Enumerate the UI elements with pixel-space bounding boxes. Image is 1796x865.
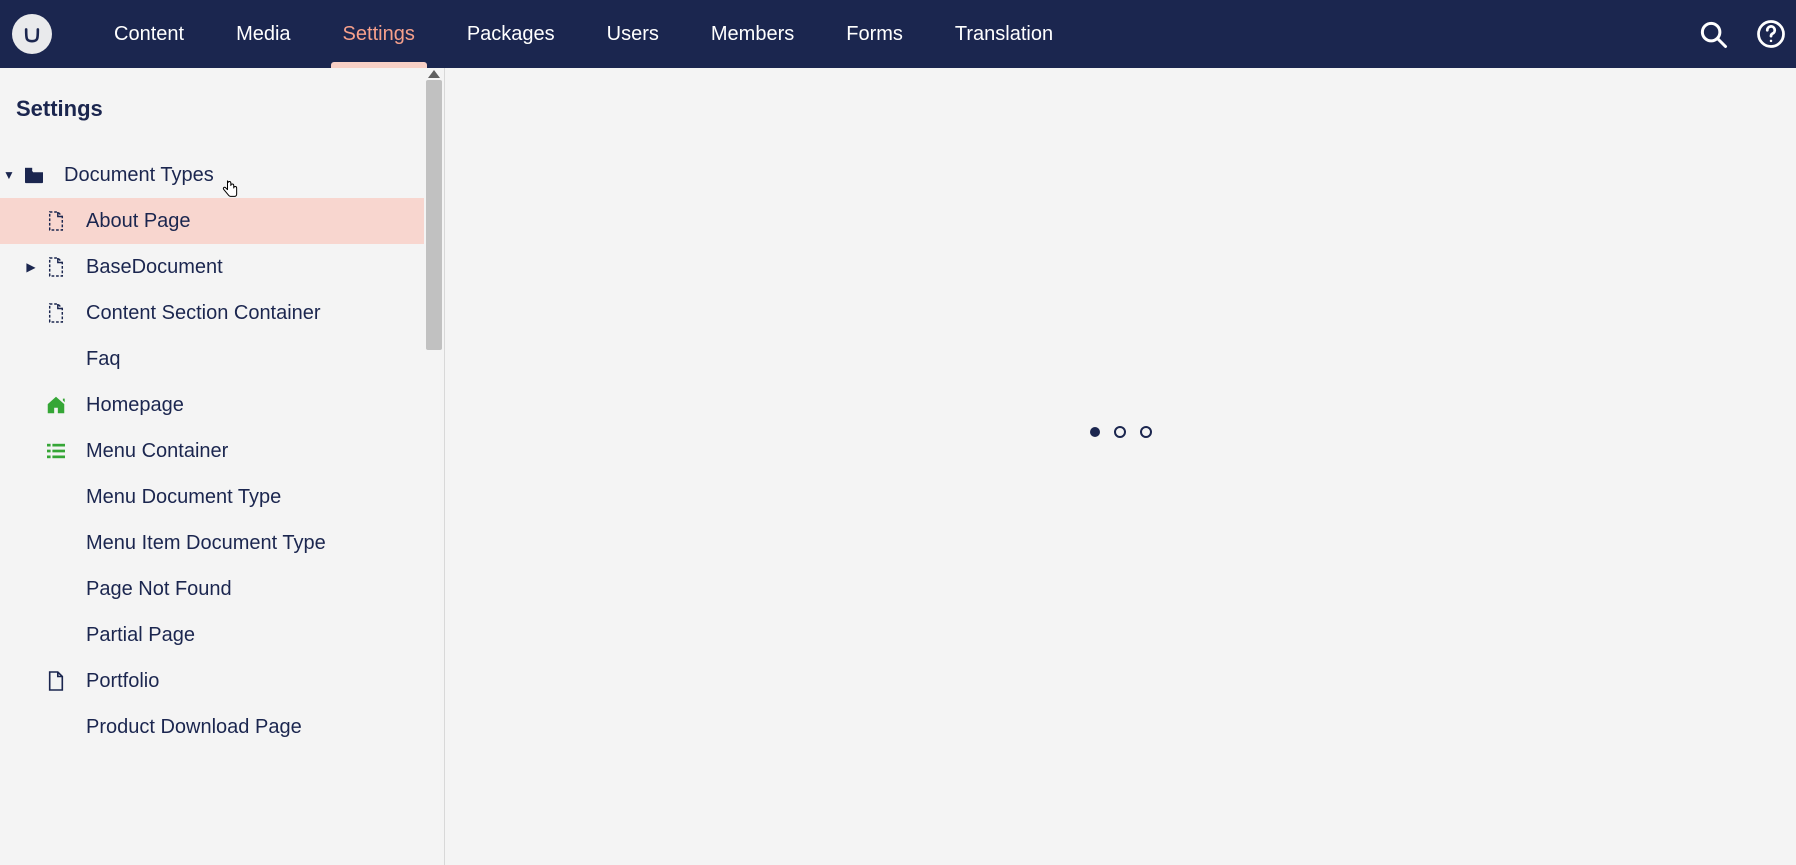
topnav-label: Members bbox=[711, 23, 794, 46]
tree-item-label: Menu Item Document Type bbox=[86, 532, 326, 555]
folder-icon bbox=[20, 166, 48, 184]
sidebar-title: Settings bbox=[0, 68, 426, 152]
tree-item-label: Product Download Page bbox=[86, 716, 302, 739]
topnav-label: Settings bbox=[343, 23, 415, 46]
tree-item[interactable]: ▶ BaseDocument bbox=[0, 244, 426, 290]
topnav-label: Translation bbox=[955, 23, 1053, 46]
topnav-item-packages[interactable]: Packages bbox=[441, 0, 581, 68]
tree-item[interactable]: ▶Content Section Container bbox=[0, 290, 426, 336]
file-dashed-icon bbox=[42, 302, 70, 324]
tree-item[interactable]: ▶Faq bbox=[0, 336, 426, 382]
tree-item-label: Menu Document Type bbox=[86, 486, 281, 509]
tree-item-label: Faq bbox=[86, 348, 120, 371]
topnav-item-translation[interactable]: Translation bbox=[929, 0, 1079, 68]
tree-item-label: Content Section Container bbox=[86, 302, 321, 325]
content-pane bbox=[445, 68, 1796, 865]
expand-toggle-icon[interactable]: ▼ bbox=[0, 168, 18, 182]
topnav-item-users[interactable]: Users bbox=[581, 0, 685, 68]
scroll-thumb[interactable] bbox=[426, 80, 442, 350]
loading-dot-icon bbox=[1140, 426, 1152, 438]
tree-item[interactable]: ▶About Page bbox=[0, 198, 426, 244]
tree-item-label: Page Not Found bbox=[86, 578, 232, 601]
loading-dot-icon bbox=[1090, 427, 1100, 437]
tree-item-label: Homepage bbox=[86, 394, 184, 417]
settings-sidebar: Settings ▼ Document Types ▶About Page ▶ Base… bbox=[0, 68, 445, 865]
tree-item[interactable]: ▶Menu Item Document Type bbox=[0, 520, 426, 566]
topnav-item-content[interactable]: Content bbox=[88, 0, 210, 68]
file-dashed-icon bbox=[42, 210, 70, 232]
tree-item-label: About Page bbox=[86, 210, 191, 233]
tree-item-label: Portfolio bbox=[86, 670, 159, 693]
file-icon bbox=[42, 670, 70, 692]
tree-item-label: BaseDocument bbox=[86, 256, 223, 279]
tree-item[interactable]: ▶Menu Container bbox=[0, 428, 426, 474]
scroll-up-arrow-icon[interactable] bbox=[428, 70, 440, 78]
tree-item[interactable]: ▶Portfolio bbox=[0, 658, 426, 704]
tree-item[interactable]: ▶Homepage bbox=[0, 382, 426, 428]
topnav-label: Forms bbox=[846, 23, 903, 46]
home-icon bbox=[42, 394, 70, 416]
top-navigation-bar: Content Media Settings Packages Users Members… bbox=[0, 0, 1796, 68]
list-icon bbox=[42, 442, 70, 460]
sidebar-scrollbar[interactable] bbox=[424, 68, 444, 865]
topnav-label: Packages bbox=[467, 23, 555, 46]
tree-item[interactable]: ▶Menu Document Type bbox=[0, 474, 426, 520]
tree-item[interactable]: ▶Page Not Found bbox=[0, 566, 426, 612]
topnav-label: Users bbox=[607, 23, 659, 46]
tree-item[interactable]: ▶Product Download Page bbox=[0, 704, 426, 750]
topnav-label: Content bbox=[114, 23, 184, 46]
umbraco-logo[interactable] bbox=[12, 14, 52, 54]
topnav-item-forms[interactable]: Forms bbox=[820, 0, 929, 68]
loading-dot-icon bbox=[1114, 426, 1126, 438]
loading-indicator bbox=[1090, 426, 1152, 438]
topnav-label: Media bbox=[236, 23, 290, 46]
tree-root-document-types[interactable]: ▼ Document Types bbox=[0, 152, 426, 198]
search-icon[interactable] bbox=[1698, 19, 1728, 49]
topnav-item-settings[interactable]: Settings bbox=[317, 0, 441, 68]
file-dashed-icon bbox=[42, 256, 70, 278]
tree-item-label: Partial Page bbox=[86, 624, 195, 647]
help-icon[interactable] bbox=[1756, 19, 1786, 49]
tree-item-label: Menu Container bbox=[86, 440, 228, 463]
tree-item[interactable]: ▶Partial Page bbox=[0, 612, 426, 658]
tree-root-label: Document Types bbox=[64, 164, 214, 187]
topnav-item-media[interactable]: Media bbox=[210, 0, 316, 68]
topnav-item-members[interactable]: Members bbox=[685, 0, 820, 68]
expand-toggle-icon[interactable]: ▶ bbox=[22, 260, 40, 274]
